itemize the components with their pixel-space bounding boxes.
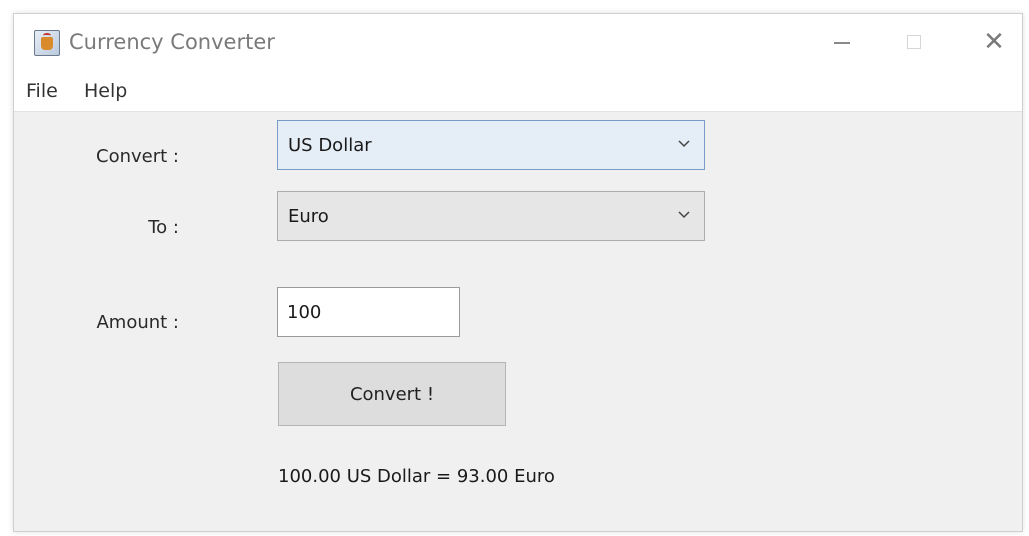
window-title: Currency Converter <box>69 30 275 54</box>
minimize-button[interactable] <box>822 22 862 62</box>
from-currency-select[interactable]: US Dollar <box>277 120 705 170</box>
maximize-icon <box>907 35 921 49</box>
currency-converter-window: Currency Converter ✕ File Help Convert :… <box>13 13 1023 532</box>
menu-bar: File Help <box>14 74 1022 112</box>
convert-label: Convert : <box>96 146 179 167</box>
minimize-icon <box>834 42 850 44</box>
amount-input[interactable]: 100 <box>277 287 460 337</box>
conversion-result: 100.00 US Dollar = 93.00 Euro <box>278 466 555 487</box>
menu-help[interactable]: Help <box>84 80 127 102</box>
to-currency-select[interactable]: Euro <box>277 191 705 241</box>
menu-file[interactable]: File <box>26 80 58 102</box>
app-icon-cup <box>41 37 53 50</box>
close-icon: ✕ <box>983 27 1005 57</box>
convert-button[interactable]: Convert ! <box>278 362 506 426</box>
maximize-button[interactable] <box>894 22 934 62</box>
to-currency-value: Euro <box>288 205 329 227</box>
title-bar: Currency Converter ✕ <box>14 14 1022 74</box>
chevron-down-icon <box>678 140 690 148</box>
chevron-down-icon <box>678 211 690 219</box>
amount-label: Amount : <box>96 312 179 333</box>
close-button[interactable]: ✕ <box>974 22 1014 62</box>
to-label: To : <box>148 217 179 238</box>
from-currency-value: US Dollar <box>288 134 372 156</box>
java-app-icon <box>34 30 60 56</box>
